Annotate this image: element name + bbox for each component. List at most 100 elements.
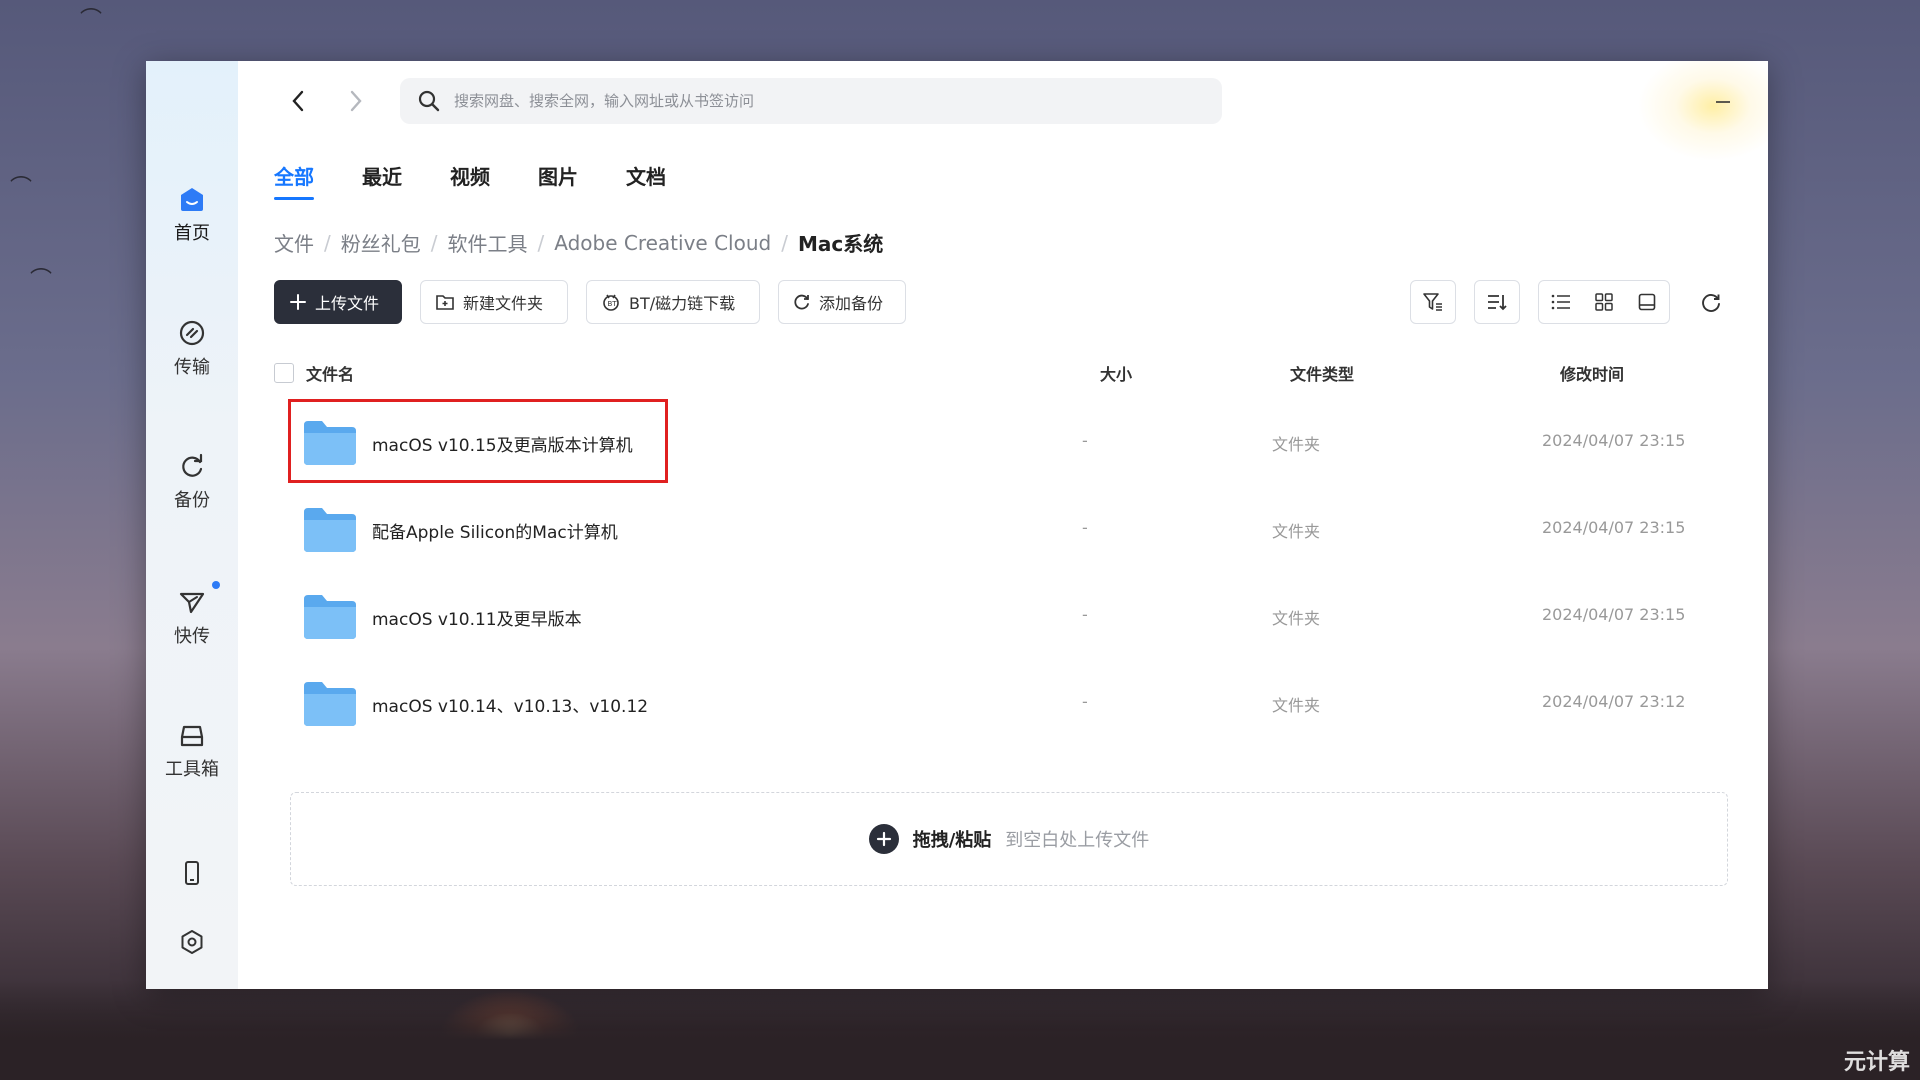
- settings-icon: [181, 930, 203, 954]
- breadcrumb-separator: /: [324, 230, 331, 255]
- decorative-glow: [1638, 61, 1768, 161]
- file-modified: 2024/04/07 23:15: [1542, 431, 1686, 450]
- bird-silhouette: ⌒: [10, 176, 33, 201]
- home-icon: [181, 188, 203, 211]
- column-header-name[interactable]: 文件名: [306, 361, 354, 385]
- tab-recent[interactable]: 最近: [362, 161, 402, 200]
- sidebar-item-home[interactable]: 首页: [146, 185, 238, 245]
- backup-icon: [182, 453, 203, 477]
- file-size: -: [1082, 431, 1088, 450]
- sort-button[interactable]: [1474, 280, 1520, 324]
- background-ground: [0, 980, 1920, 1080]
- back-button[interactable]: [280, 83, 316, 119]
- list-icon: [1551, 294, 1570, 310]
- maximize-button[interactable]: [1762, 89, 1768, 115]
- filter-button[interactable]: [1410, 280, 1456, 324]
- column-header-type[interactable]: 文件类型: [1290, 361, 1354, 385]
- file-type: 文件夹: [1272, 696, 1321, 715]
- file-modified: 2024/04/07 23:12: [1542, 692, 1686, 711]
- file-type: 文件夹: [1272, 522, 1321, 541]
- folder-icon: [304, 508, 356, 552]
- new-folder-icon: [436, 295, 454, 310]
- forward-button[interactable]: [338, 83, 374, 119]
- new-folder-button[interactable]: 新建文件夹: [420, 280, 568, 324]
- breadcrumb-separator: /: [537, 230, 545, 255]
- column-header-size[interactable]: 大小: [1100, 361, 1132, 385]
- phone-icon: [185, 861, 199, 885]
- tab-images[interactable]: 图片: [538, 161, 578, 200]
- sidebar-item-backup[interactable]: 备份: [146, 452, 238, 512]
- breadcrumb-separator: /: [781, 230, 788, 255]
- filter-icon: [1423, 293, 1442, 311]
- table-row[interactable]: macOS v10.15及更高版本计算机 - 文件夹 2024/04/07 23…: [274, 399, 1744, 485]
- sidebar-item-settings[interactable]: [146, 928, 238, 962]
- file-name[interactable]: macOS v10.11及更早版本: [372, 605, 582, 630]
- folder-icon: [304, 595, 356, 639]
- maximize-icon: [1767, 94, 1768, 110]
- search-input[interactable]: [452, 91, 1176, 111]
- file-table-header: 文件名 大小 文件类型 修改时间: [274, 361, 1744, 391]
- upload-button[interactable]: 上传文件: [274, 280, 402, 324]
- tab-documents[interactable]: 文档: [626, 161, 666, 200]
- refresh-icon: [1702, 294, 1720, 312]
- file-size: -: [1082, 518, 1088, 537]
- sidebar-item-label: 传输: [174, 357, 210, 378]
- file-type: 文件夹: [1272, 435, 1321, 454]
- select-all-checkbox[interactable]: [274, 363, 294, 383]
- app-window: 首页 传输 备份 快传 工具箱 搜索网盘、搜索全网，输入网址或从书签访问 全部 …: [146, 61, 1768, 989]
- tab-video[interactable]: 视频: [450, 161, 490, 200]
- table-row[interactable]: 配备Apple Silicon的Mac计算机 - 文件夹 2024/04/07 …: [274, 486, 1744, 572]
- magnet-icon: BT: [603, 294, 619, 311]
- notification-dot: [212, 581, 220, 589]
- file-modified: 2024/04/07 23:15: [1542, 605, 1686, 624]
- sidebar-item-transfer[interactable]: 传输: [146, 319, 238, 379]
- breadcrumb-item[interactable]: 文件: [274, 228, 314, 257]
- action-toolbar: 上传文件 新建文件夹 BT BT/磁力链下载 添加备份: [274, 280, 906, 324]
- list-view-button[interactable]: [1539, 280, 1582, 324]
- column-header-modified[interactable]: 修改时间: [1560, 361, 1624, 385]
- file-size: -: [1082, 692, 1088, 711]
- grid-icon: [1595, 293, 1613, 311]
- folder-icon: [304, 682, 356, 726]
- breadcrumb-item[interactable]: 粉丝礼包: [341, 228, 421, 257]
- category-tabs: 全部 最近 视频 图片 文档: [274, 161, 714, 200]
- chevron-left-icon: [292, 90, 304, 112]
- grid-view-button[interactable]: [1582, 280, 1625, 324]
- preview-icon: [1639, 293, 1656, 311]
- watermark: 元计算: [1843, 1050, 1910, 1075]
- new-folder-label: 新建文件夹: [463, 294, 544, 313]
- refresh-backup-icon: [794, 294, 809, 310]
- sidebar-item-toolbox[interactable]: 工具箱: [146, 721, 238, 781]
- table-row[interactable]: macOS v10.14、v10.13、v10.12 - 文件夹 2024/04…: [274, 660, 1744, 746]
- tab-all[interactable]: 全部: [274, 161, 314, 200]
- sidebar-item-label: 首页: [174, 223, 210, 244]
- bt-download-button[interactable]: BT BT/磁力链下载: [586, 280, 760, 324]
- sidebar-item-label: 备份: [174, 490, 210, 511]
- upload-dropzone[interactable]: 拖拽/粘贴 到空白处上传文件: [290, 792, 1728, 886]
- breadcrumb-item[interactable]: 软件工具: [448, 228, 528, 257]
- minimize-button[interactable]: [1710, 89, 1736, 115]
- breadcrumb: 文件 / 粉丝礼包 / 软件工具 / Adobe Creative Cloud …: [274, 228, 883, 257]
- file-name[interactable]: macOS v10.15及更高版本计算机: [372, 431, 633, 456]
- sidebar: 首页 传输 备份 快传 工具箱: [146, 61, 238, 989]
- bird-silhouette: ⌒: [30, 268, 53, 293]
- view-mode-group: [1538, 280, 1670, 324]
- minimize-icon: [1716, 101, 1730, 103]
- sidebar-item-phone[interactable]: [146, 859, 238, 893]
- preview-view-button[interactable]: [1626, 280, 1669, 324]
- search-icon: [418, 90, 440, 112]
- refresh-button[interactable]: [1688, 280, 1734, 324]
- plus-icon: [290, 294, 306, 310]
- dropzone-action[interactable]: 拖拽/粘贴: [913, 826, 992, 852]
- bird-silhouette: ⌒: [80, 8, 103, 33]
- file-name[interactable]: 配备Apple Silicon的Mac计算机: [372, 518, 618, 543]
- breadcrumb-item[interactable]: Adobe Creative Cloud: [554, 231, 771, 255]
- file-name[interactable]: macOS v10.14、v10.13、v10.12: [372, 692, 648, 717]
- search-bar[interactable]: [400, 78, 1222, 124]
- table-row[interactable]: macOS v10.11及更早版本 - 文件夹 2024/04/07 23:15: [274, 573, 1744, 659]
- add-backup-button[interactable]: 添加备份: [778, 280, 906, 324]
- add-backup-label: 添加备份: [819, 294, 884, 313]
- sidebar-item-quick-send[interactable]: 快传: [146, 588, 238, 648]
- sidebar-item-label: 工具箱: [165, 759, 219, 780]
- sort-icon: [1488, 295, 1507, 311]
